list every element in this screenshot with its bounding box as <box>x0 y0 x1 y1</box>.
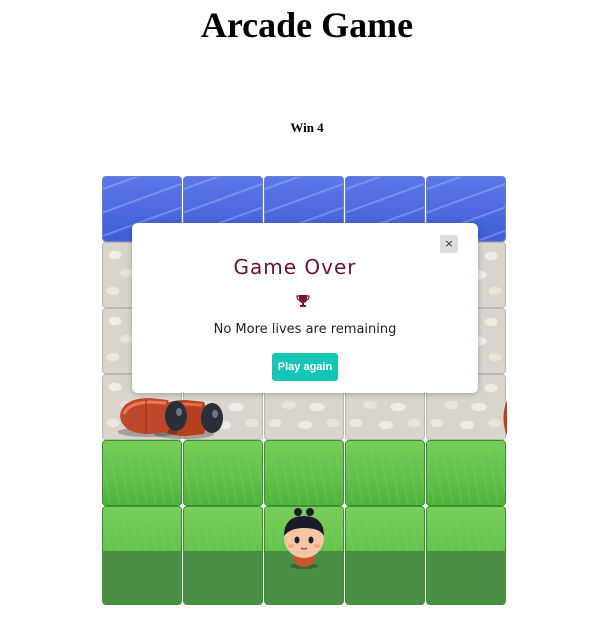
grass-tile <box>345 506 425 605</box>
page-title: Arcade Game <box>200 5 414 45</box>
grass-tile <box>345 440 425 506</box>
win-counter: Win 4 <box>290 120 324 135</box>
close-button[interactable]: × <box>440 235 458 253</box>
grass-tile <box>102 506 182 605</box>
modal-message: No More lives are remaining <box>213 322 397 337</box>
enemy-bug <box>503 400 507 436</box>
trophy-icon <box>296 295 310 307</box>
game-over-modal: × Game Over No More lives are remaining … <box>132 223 478 393</box>
grass-tile <box>264 440 344 506</box>
modal-title: Game Over <box>233 255 357 279</box>
grass-tile <box>426 506 506 605</box>
player-character <box>284 508 324 569</box>
grass-tile <box>426 440 506 506</box>
grass-tile <box>183 440 263 506</box>
enemy-bug <box>118 398 187 437</box>
grass-tile <box>102 440 182 506</box>
play-again-button[interactable]: Play again <box>272 353 338 381</box>
grass-tile <box>183 506 263 605</box>
